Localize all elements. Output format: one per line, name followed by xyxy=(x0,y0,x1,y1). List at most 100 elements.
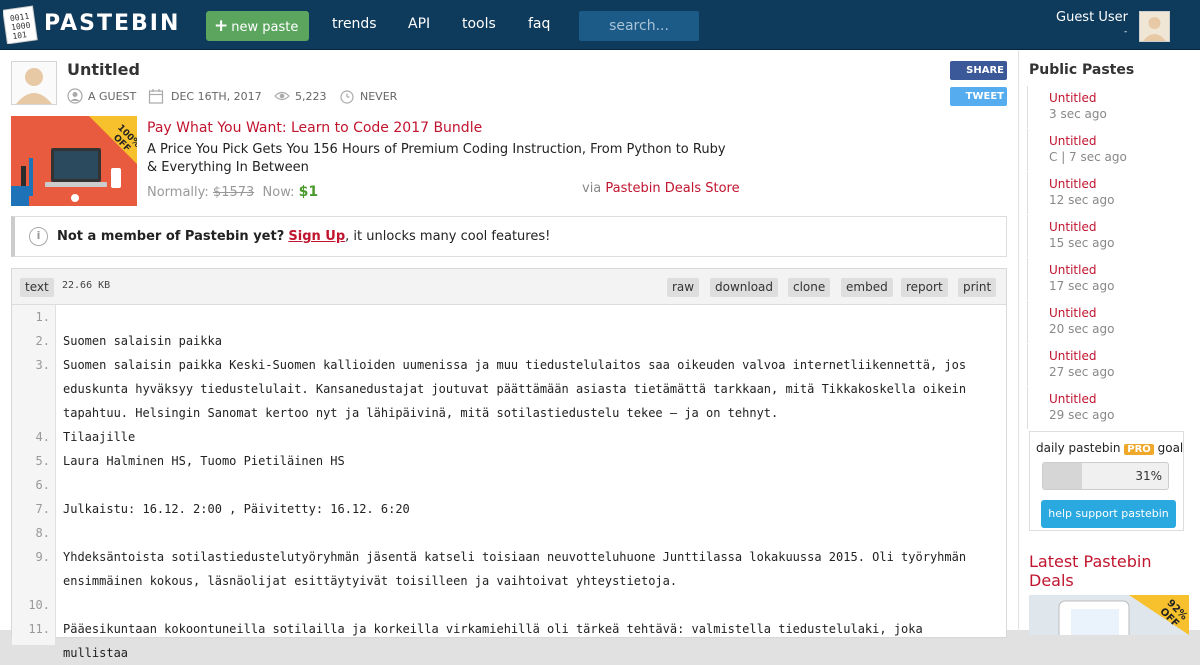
latest-deals-heading[interactable]: Latest Pastebin Deals xyxy=(1029,552,1189,590)
goal-progress-bar: 31% xyxy=(1042,462,1169,490)
share-button[interactable]: SHARE xyxy=(950,61,1007,80)
public-paste-meta: 3 sec ago xyxy=(1049,107,1107,121)
public-paste-title[interactable]: Untitled xyxy=(1049,344,1192,364)
eye-icon xyxy=(274,91,290,101)
paste-size: 22.66 KB xyxy=(62,280,111,291)
public-paste-title[interactable]: Untitled xyxy=(1049,172,1192,192)
search-input[interactable] xyxy=(579,11,699,41)
new-paste-button[interactable]: + new paste xyxy=(206,11,309,41)
normal-price: $1573 xyxy=(212,185,255,200)
user-sub: - xyxy=(1124,27,1128,37)
public-paste-title[interactable]: Untitled xyxy=(1049,387,1192,407)
syntax-badge[interactable]: text xyxy=(20,278,54,297)
line-number: 8. xyxy=(35,526,50,540)
notice-rest: , it unlocks many cool features! xyxy=(345,229,551,244)
clone-button[interactable]: clone xyxy=(788,278,831,297)
paste-title: Untitled xyxy=(67,60,140,79)
now-price: $1 xyxy=(298,184,319,200)
pro-goal-box: daily pastebin PRO goal 31% help support… xyxy=(1029,431,1184,531)
signup-notice: i Not a member of Pastebin yet? Sign Up,… xyxy=(11,216,1007,257)
public-paste-item[interactable]: Untitled 20 sec ago xyxy=(1027,301,1192,343)
print-button[interactable]: print xyxy=(958,278,997,297)
line-number: 6. xyxy=(35,478,50,492)
new-paste-label: new paste xyxy=(231,20,299,35)
pastebin-logo-icon[interactable]: 0011 1000 101 xyxy=(2,4,39,45)
nav-api[interactable]: API xyxy=(408,16,430,32)
public-paste-item[interactable]: Untitled 17 sec ago xyxy=(1027,258,1192,300)
code-line: Suomen salaisin paikka Keski-Suomen kall… xyxy=(63,358,974,420)
ad-via: via Pastebin Deals Store xyxy=(582,181,740,196)
public-paste-title[interactable]: Untitled xyxy=(1049,86,1192,106)
public-paste-meta: C | 7 sec ago xyxy=(1049,150,1127,164)
line-number: 5. xyxy=(35,454,50,468)
plus-icon: + xyxy=(214,16,229,36)
public-paste-meta: 29 sec ago xyxy=(1049,408,1115,422)
public-paste-item[interactable]: Untitled 27 sec ago xyxy=(1027,344,1192,386)
ad-title-link[interactable]: Pay What You Want: Learn to Code 2017 Bu… xyxy=(147,120,482,136)
public-paste-meta: 12 sec ago xyxy=(1049,193,1115,207)
goal-percent: 31% xyxy=(1135,469,1162,483)
code-line: Laura Halminen HS, Tuomo Pietiläinen HS xyxy=(63,454,345,468)
nav-tools[interactable]: tools xyxy=(462,16,496,32)
public-paste-meta: 15 sec ago xyxy=(1049,236,1115,250)
code-line: Tilaajille xyxy=(63,430,136,444)
public-paste-item[interactable]: Untitled 12 sec ago xyxy=(1027,172,1192,214)
support-button[interactable]: help support pastebin xyxy=(1041,500,1176,528)
nav-faq[interactable]: faq xyxy=(528,16,550,32)
nav-trends[interactable]: trends xyxy=(332,16,377,32)
line-number: 2. xyxy=(35,334,50,348)
public-paste-item[interactable]: Untitled 3 sec ago xyxy=(1027,86,1192,128)
goal-suffix: goal xyxy=(1157,441,1184,455)
public-paste-meta: 20 sec ago xyxy=(1049,322,1115,336)
download-button[interactable]: download xyxy=(710,278,779,297)
line-number: 9. xyxy=(35,550,50,564)
public-paste-meta: 17 sec ago xyxy=(1049,279,1115,293)
paste-expiry: NEVER xyxy=(360,90,398,103)
logo-text[interactable]: PASTEBIN xyxy=(44,11,180,36)
code-line: Suomen salaisin paikka xyxy=(63,334,222,348)
public-paste-item[interactable]: Untitled 29 sec ago xyxy=(1027,387,1192,429)
public-paste-title[interactable]: Untitled xyxy=(1049,258,1192,278)
line-number: 11. xyxy=(28,622,50,636)
deals-image[interactable]: 92% OFF xyxy=(1029,595,1189,635)
user-name[interactable]: Guest User xyxy=(1056,10,1128,25)
code-line: Pääesikuntaan kokoontuneilla sotilailla … xyxy=(63,622,930,660)
info-icon: i xyxy=(29,227,48,246)
user-avatar[interactable] xyxy=(1139,11,1170,42)
report-button[interactable]: report xyxy=(901,278,948,297)
line-number: 4. xyxy=(35,430,50,444)
goal-label: daily pastebin PRO goal xyxy=(1036,441,1183,455)
now-label: Now: xyxy=(262,185,295,200)
user-icon xyxy=(67,88,83,104)
ad-price: Normally: $1573 Now: $1 xyxy=(147,184,318,200)
calendar-icon xyxy=(148,89,164,104)
embed-button[interactable]: embed xyxy=(841,278,893,297)
paste-author[interactable]: A GUEST xyxy=(88,90,136,103)
line-number: 3. xyxy=(35,358,50,372)
public-paste-title[interactable]: Untitled xyxy=(1049,215,1192,235)
raw-button[interactable]: raw xyxy=(667,278,700,297)
code-line: Julkaistu: 16.12. 2:00 , Päivitetty: 16.… xyxy=(63,502,410,516)
notice-bold: Not a member of Pastebin yet? xyxy=(57,229,285,244)
pro-badge: PRO xyxy=(1124,444,1154,455)
ad-image[interactable]: 100% OFF xyxy=(11,116,137,206)
public-pastes-heading: Public Pastes xyxy=(1029,62,1135,78)
top-bar: 0011 1000 101 PASTEBIN + new paste trends… xyxy=(0,0,1200,50)
line-number: 10. xyxy=(28,598,50,612)
signup-link[interactable]: Sign Up xyxy=(288,229,345,244)
public-paste-item[interactable]: Untitled 15 sec ago xyxy=(1027,215,1192,257)
goal-prefix: daily pastebin xyxy=(1036,441,1121,455)
paste-views: 5,223 xyxy=(295,90,327,103)
tweet-button[interactable]: TWEET xyxy=(950,87,1007,106)
via-label: via xyxy=(582,181,602,196)
normally-label: Normally: xyxy=(147,185,209,200)
notice-text: Not a member of Pastebin yet? Sign Up, i… xyxy=(57,229,550,244)
ad-description: A Price You Pick Gets You 156 Hours of P… xyxy=(147,142,726,175)
public-paste-title[interactable]: Untitled xyxy=(1049,301,1192,321)
public-paste-title[interactable]: Untitled xyxy=(1049,129,1192,149)
public-paste-item[interactable]: Untitled C | 7 sec ago xyxy=(1027,129,1192,171)
deals-store-link[interactable]: Pastebin Deals Store xyxy=(605,181,739,196)
main-content: Untitled A GUEST DEC 16TH, 2017 5,223 NE… xyxy=(0,50,1018,660)
public-paste-meta: 27 sec ago xyxy=(1049,365,1115,379)
line-number: 7. xyxy=(35,502,50,516)
